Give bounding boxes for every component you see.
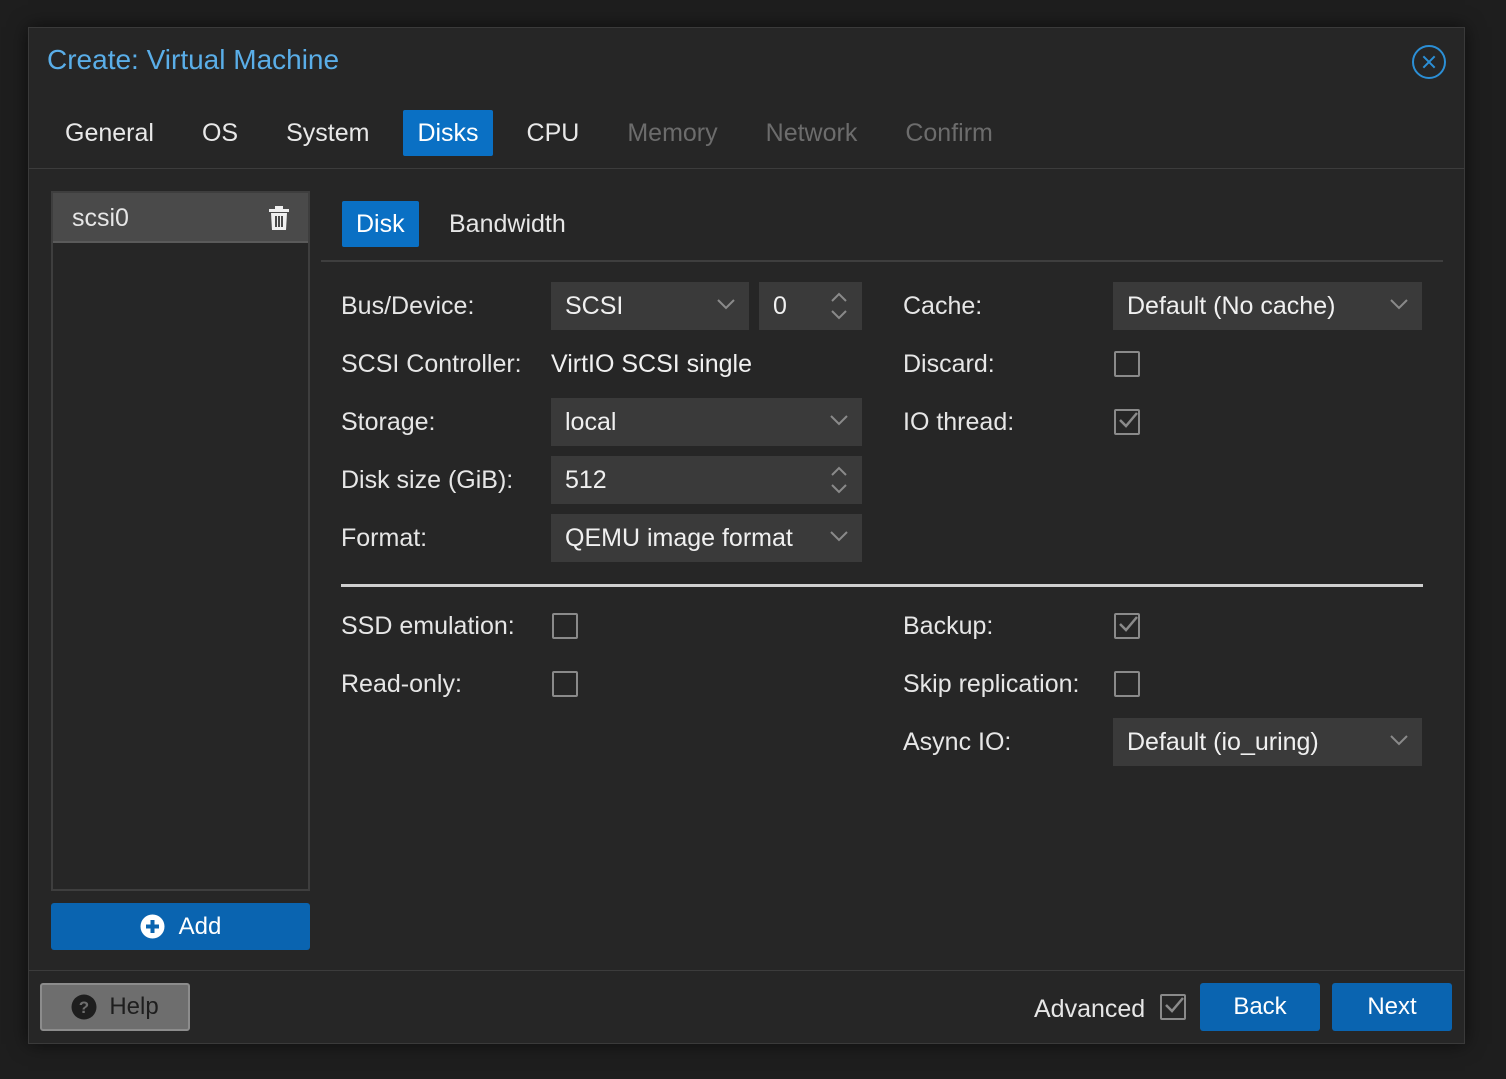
skip-replication-label: Skip replication: — [903, 670, 1080, 698]
dialog-titlebar: Create: Virtual Machine — [29, 28, 1464, 98]
skip-replication-checkbox[interactable] — [1114, 671, 1140, 697]
tab-cpu[interactable]: CPU — [513, 110, 594, 156]
tab-disks[interactable]: Disks — [403, 110, 493, 156]
scsi-controller-label: SCSI Controller: — [341, 350, 522, 378]
help-button[interactable]: ? Help — [40, 983, 190, 1031]
format-value: QEMU image format — [565, 524, 793, 552]
disk-item-label: scsi0 — [72, 204, 129, 232]
storage-value: local — [565, 408, 617, 436]
chevron-down-icon — [830, 415, 848, 426]
disk-size-label: Disk size (GiB): — [341, 466, 514, 494]
format-label: Format: — [341, 524, 428, 552]
disk-list: scsi0 — [51, 191, 310, 891]
read-only-checkbox[interactable] — [552, 671, 578, 697]
add-button-label: Add — [178, 912, 222, 940]
checkmark-icon — [1165, 997, 1184, 1013]
plus-circle-icon — [140, 914, 165, 939]
storage-label: Storage: — [341, 408, 436, 436]
async-io-label: Async IO: — [903, 728, 1012, 756]
disk-size-input[interactable]: 512 — [551, 456, 862, 504]
question-circle-icon: ? — [71, 994, 97, 1020]
dialog-title: Create: Virtual Machine — [47, 44, 340, 75]
help-label: Help — [109, 993, 159, 1020]
chevron-down-icon — [830, 531, 848, 542]
section-divider — [341, 584, 1423, 587]
trash-icon[interactable] — [268, 205, 290, 231]
bus-select[interactable]: SCSI — [551, 282, 749, 330]
discard-checkbox[interactable] — [1114, 351, 1140, 377]
device-stepper[interactable]: 0 — [759, 282, 862, 330]
back-button[interactable]: Back — [1200, 983, 1320, 1031]
discard-label: Discard: — [903, 350, 995, 378]
read-only-label: Read-only: — [341, 670, 462, 698]
disks-panel: scsi0 Add Disk Bandwidth Bus/Device: SCS… — [29, 168, 1465, 971]
svg-text:?: ? — [79, 998, 89, 1017]
tab-confirm: Confirm — [905, 119, 993, 147]
backup-checkbox[interactable] — [1114, 613, 1140, 639]
spinner-icon[interactable] — [830, 290, 848, 322]
tab-network: Network — [765, 119, 858, 147]
close-icon[interactable] — [1412, 45, 1446, 79]
cache-select[interactable]: Default (No cache) — [1113, 282, 1422, 330]
format-select[interactable]: QEMU image format — [551, 514, 862, 562]
io-thread-label: IO thread: — [903, 408, 1015, 436]
storage-select[interactable]: local — [551, 398, 862, 446]
advanced-label: Advanced — [1034, 995, 1146, 1023]
create-vm-dialog: Create: Virtual Machine General OS Syste… — [28, 27, 1465, 1044]
spinner-icon[interactable] — [830, 464, 848, 496]
ssd-emulation-label: SSD emulation: — [341, 612, 515, 640]
cache-value: Default (No cache) — [1127, 292, 1336, 320]
disk-size-value: 512 — [565, 466, 607, 494]
disk-subtabs: Disk Bandwidth — [321, 201, 1443, 262]
subtab-bandwidth[interactable]: Bandwidth — [435, 201, 580, 247]
backup-label: Backup: — [903, 612, 994, 640]
device-value: 0 — [773, 292, 787, 320]
tab-memory: Memory — [627, 119, 718, 147]
subtab-disk[interactable]: Disk — [342, 201, 419, 247]
chevron-down-icon — [717, 299, 735, 310]
tab-general[interactable]: General — [51, 110, 168, 156]
bus-value: SCSI — [565, 292, 624, 320]
checkmark-icon — [1119, 616, 1138, 632]
next-button[interactable]: Next — [1332, 983, 1452, 1031]
chevron-down-icon — [1390, 735, 1408, 746]
ssd-emulation-checkbox[interactable] — [552, 613, 578, 639]
dialog-footer: ? Help Advanced Back Next — [29, 972, 1464, 1044]
checkmark-icon — [1119, 412, 1138, 428]
async-io-value: Default (io_uring) — [1127, 728, 1319, 756]
async-io-select[interactable]: Default (io_uring) — [1113, 718, 1422, 766]
scsi-controller-value: VirtIO SCSI single — [551, 350, 753, 378]
io-thread-checkbox[interactable] — [1114, 409, 1140, 435]
bus-device-label: Bus/Device: — [341, 292, 475, 320]
advanced-checkbox[interactable] — [1160, 994, 1186, 1020]
cache-label: Cache: — [903, 292, 983, 320]
tab-os[interactable]: OS — [188, 110, 252, 156]
tab-system[interactable]: System — [272, 110, 383, 156]
wizard-tabs: General OS System Disks CPU Memory Netwo… — [51, 110, 1027, 156]
add-disk-button[interactable]: Add — [51, 903, 310, 950]
chevron-down-icon — [1390, 299, 1408, 310]
disk-list-item[interactable]: scsi0 — [53, 193, 308, 243]
